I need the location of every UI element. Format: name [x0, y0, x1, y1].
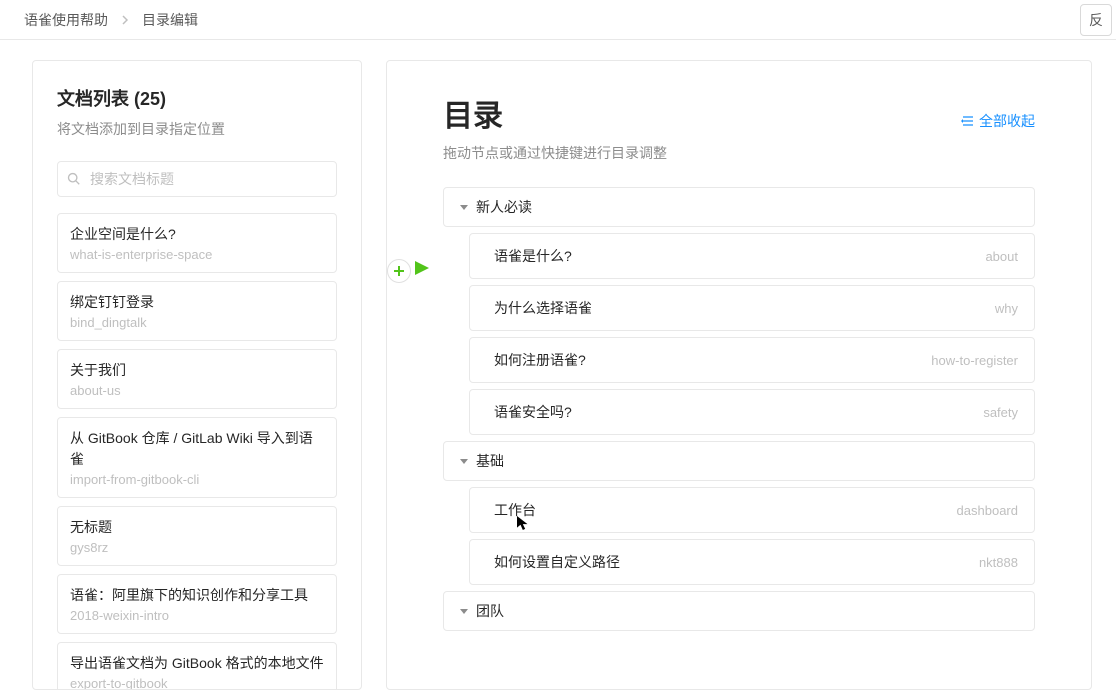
doc-list-item[interactable]: 从 GitBook 仓库 / GitLab Wiki 导入到语雀 import-f… — [57, 417, 337, 498]
caret-down-icon — [460, 203, 468, 211]
doc-item-title: 从 GitBook 仓库 / GitLab Wiki 导入到语雀 — [70, 428, 324, 470]
doc-list-item[interactable]: 导出语雀文档为 GitBook 格式的本地文件 export-to-gitbook — [57, 642, 337, 690]
doc-item-title: 导出语雀文档为 GitBook 格式的本地文件 — [70, 653, 324, 674]
toc-group-label: 基础 — [476, 451, 504, 471]
doc-item-slug: import-from-gitbook-cli — [70, 472, 324, 487]
toc-item-title: 工作台 — [494, 500, 536, 520]
doc-list-item[interactable]: 企业空间是什么? what-is-enterprise-space — [57, 213, 337, 273]
doc-list-item[interactable]: 语雀：阿里旗下的知识创作和分享工具 2018-weixin-intro — [57, 574, 337, 634]
toc-group-label: 新人必读 — [476, 197, 532, 217]
chevron-right-icon — [120, 15, 130, 25]
doc-list-item[interactable]: 关于我们 about-us — [57, 349, 337, 409]
add-node-button[interactable] — [387, 259, 411, 283]
doc-item-title: 关于我们 — [70, 360, 324, 381]
toc-item-title: 如何设置自定义路径 — [494, 552, 620, 572]
doc-list-item[interactable]: 绑定钉钉登录 bind_dingtalk — [57, 281, 337, 341]
doc-list-title: 文档列表 (25) — [57, 85, 337, 111]
toc-item[interactable]: 工作台 dashboard — [469, 487, 1035, 533]
doc-list-panel: 文档列表 (25) 将文档添加到目录指定位置 企业空间是什么? what-is-e… — [32, 60, 362, 690]
insert-marker-icon — [415, 261, 429, 279]
doc-item-slug: 2018-weixin-intro — [70, 608, 324, 623]
doc-list-subtitle: 将文档添加到目录指定位置 — [57, 119, 337, 139]
toc-item-title: 如何注册语雀? — [494, 350, 586, 370]
header-action-button[interactable]: 反 — [1080, 4, 1112, 36]
toc-item-slug: how-to-register — [931, 353, 1018, 368]
breadcrumb-page: 目录编辑 — [142, 10, 198, 30]
toc-item-title: 语雀是什么? — [494, 246, 572, 266]
search-input[interactable] — [57, 161, 337, 197]
toc-item[interactable]: 语雀是什么? about — [469, 233, 1035, 279]
caret-down-icon — [460, 457, 468, 465]
toc-title: 目录 — [443, 91, 1035, 135]
doc-item-slug: what-is-enterprise-space — [70, 247, 324, 262]
collapse-all-button[interactable]: 全部收起 — [961, 111, 1035, 131]
toc-item-slug: safety — [983, 405, 1018, 420]
toc-item-slug: why — [995, 301, 1018, 316]
doc-item-slug: bind_dingtalk — [70, 315, 324, 330]
collapse-all-label: 全部收起 — [979, 111, 1035, 131]
toc-item[interactable]: 如何注册语雀? how-to-register — [469, 337, 1035, 383]
toc-description: 拖动节点或通过快捷键进行目录调整 — [443, 143, 1035, 163]
toc-group[interactable]: 基础 — [443, 441, 1035, 481]
doc-item-slug: gys8rz — [70, 540, 324, 555]
toc-group[interactable]: 团队 — [443, 591, 1035, 631]
caret-down-icon — [460, 607, 468, 615]
doc-item-slug: about-us — [70, 383, 324, 398]
toc-item[interactable]: 如何设置自定义路径 nkt888 — [469, 539, 1035, 585]
toc-item-title: 语雀安全吗? — [494, 402, 572, 422]
doc-item-title: 绑定钉钉登录 — [70, 292, 324, 313]
breadcrumb-root[interactable]: 语雀使用帮助 — [24, 10, 108, 30]
toc-item-slug: nkt888 — [979, 555, 1018, 570]
toc-item-title: 为什么选择语雀 — [494, 298, 592, 318]
doc-item-slug: export-to-gitbook — [70, 676, 324, 690]
search-icon — [67, 172, 81, 186]
toc-item-slug: dashboard — [957, 503, 1018, 518]
toc-item[interactable]: 语雀安全吗? safety — [469, 389, 1035, 435]
doc-item-title: 无标题 — [70, 517, 324, 538]
toc-group[interactable]: 新人必读 — [443, 187, 1035, 227]
toc-panel: 目录 拖动节点或通过快捷键进行目录调整 全部收起 新人必读语雀是什么? about… — [386, 60, 1092, 690]
toc-group-label: 团队 — [476, 601, 504, 621]
toc-item[interactable]: 为什么选择语雀 why — [469, 285, 1035, 331]
doc-item-title: 语雀：阿里旗下的知识创作和分享工具 — [70, 585, 324, 606]
doc-item-title: 企业空间是什么? — [70, 224, 324, 245]
doc-list-item[interactable]: 无标题 gys8rz — [57, 506, 337, 566]
breadcrumb-bar: 语雀使用帮助 目录编辑 反 — [0, 0, 1116, 40]
toc-item-slug: about — [985, 249, 1018, 264]
